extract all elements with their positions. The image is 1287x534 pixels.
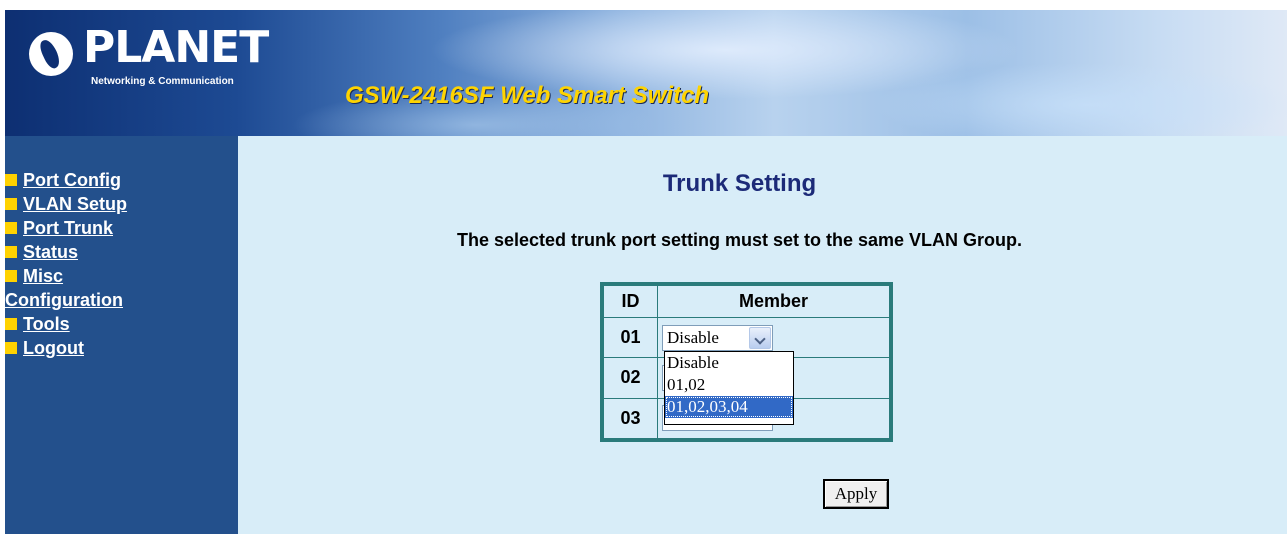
- square-bullet-icon: [5, 222, 17, 234]
- logo-text: PLANET: [83, 22, 269, 73]
- page-title: Trunk Setting: [662, 170, 817, 197]
- member-dropdown-list[interactable]: Disable 01,02 01,02,03,04: [664, 351, 794, 425]
- chevron-down-icon[interactable]: [749, 326, 771, 349]
- header-banner: PLANET Networking & Communication GSW-24…: [5, 10, 1287, 136]
- sidebar-item-tools[interactable]: Tools: [5, 312, 238, 336]
- sidebar-item-misc[interactable]: Misc: [5, 264, 238, 288]
- select-value: Disable: [667, 327, 719, 347]
- sidebar-item-label[interactable]: Tools: [23, 314, 70, 334]
- sidebar-item-vlan-setup[interactable]: VLAN Setup: [5, 192, 238, 216]
- sidebar-nav: Port Config VLAN Setup Port Trunk Status…: [5, 136, 238, 534]
- square-bullet-icon: [5, 198, 17, 210]
- product-title: GSW-2416SF Web Smart Switch: [345, 82, 710, 109]
- sidebar-item-label[interactable]: Port Config: [23, 170, 121, 190]
- sidebar-item-label[interactable]: Logout: [23, 338, 84, 358]
- square-bullet-icon: [5, 318, 17, 330]
- column-header-id: ID: [603, 285, 658, 318]
- row-id: 03: [603, 397, 658, 440]
- square-bullet-icon: [5, 270, 17, 282]
- sidebar-item-label[interactable]: VLAN Setup: [23, 194, 127, 214]
- dropdown-option-disable[interactable]: Disable: [665, 352, 793, 374]
- sidebar-item-label[interactable]: Port Trunk: [23, 218, 113, 238]
- page-note: The selected trunk port setting must set…: [456, 230, 1023, 250]
- sidebar-item-port-trunk[interactable]: Port Trunk: [5, 216, 238, 240]
- sidebar-item-status[interactable]: Status: [5, 240, 238, 264]
- logo-subtitle: Networking & Communication: [91, 76, 234, 87]
- square-bullet-icon: [5, 342, 17, 354]
- main-content: Trunk Setting The selected trunk port se…: [238, 136, 1287, 534]
- sidebar-item-configuration[interactable]: Configuration: [5, 288, 238, 312]
- column-header-member: Member: [657, 285, 890, 318]
- sidebar-item-label[interactable]: Status: [23, 242, 78, 262]
- member-select-01[interactable]: Disable: [662, 324, 773, 351]
- planet-logo-icon: [29, 32, 73, 76]
- sidebar-item-logout[interactable]: Logout: [5, 336, 238, 360]
- sidebar-item-port-config[interactable]: Port Config: [5, 168, 238, 192]
- dropdown-option-01-02[interactable]: 01,02: [665, 374, 793, 396]
- square-bullet-icon: [5, 174, 17, 186]
- sidebar-item-label[interactable]: Configuration: [5, 290, 123, 310]
- row-id: 02: [603, 357, 658, 399]
- square-bullet-icon: [5, 246, 17, 258]
- row-id: 01: [603, 316, 658, 359]
- dropdown-option-01-02-03-04[interactable]: 01,02,03,04: [665, 396, 793, 418]
- apply-button[interactable]: Apply: [823, 479, 889, 509]
- table-header-row: ID Member: [603, 285, 890, 318]
- sidebar-item-label[interactable]: Misc: [23, 266, 63, 286]
